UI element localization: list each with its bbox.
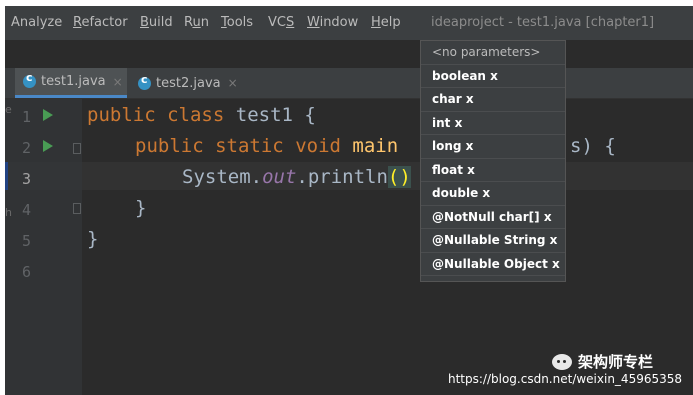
tab-test2-java[interactable]: test2.java × xyxy=(130,68,240,98)
popup-item[interactable]: @Nullable String x xyxy=(421,229,565,253)
popup-item[interactable]: @NotNull char[] x xyxy=(421,206,565,229)
popup-item[interactable]: @Nullable Object x xyxy=(421,253,565,276)
line-number: 1 xyxy=(21,108,31,126)
matched-parentheses: () xyxy=(387,166,411,188)
run-main-icon[interactable] xyxy=(43,140,53,152)
menu-run[interactable]: Run xyxy=(184,15,209,30)
code-line-2[interactable]: public static void main xyxy=(135,135,398,157)
fold-marker-icon[interactable] xyxy=(73,143,81,154)
class-file-icon xyxy=(23,71,36,88)
popup-item[interactable]: int x xyxy=(421,112,565,135)
tab-test1-java[interactable]: test1.java × xyxy=(15,68,127,98)
code-line-3[interactable]: System.out.println() xyxy=(182,166,411,188)
line-number: 4 xyxy=(21,201,31,219)
menu-analyze[interactable]: Analyze xyxy=(11,15,62,30)
editor-tab-strip: test1.java × test2.java × xyxy=(5,68,693,99)
window-title: ideaproject - test1.java [chapter1] xyxy=(431,15,655,30)
popup-item[interactable]: float x xyxy=(421,159,565,182)
run-class-icon[interactable] xyxy=(43,109,53,121)
code-text: .println xyxy=(296,166,388,188)
parameter-info-popup: <no parameters> boolean x char x int x l… xyxy=(420,40,566,282)
menu-help[interactable]: Help xyxy=(371,15,401,30)
line-number: 6 xyxy=(21,263,31,281)
method-name: main xyxy=(352,135,399,157)
popup-item[interactable]: boolean x xyxy=(421,65,565,88)
code-line-5[interactable]: } xyxy=(87,228,98,250)
keyword: void xyxy=(295,135,341,157)
wechat-icon xyxy=(552,353,572,370)
menu-vcs[interactable]: VCS xyxy=(268,15,294,30)
code-line-2-tail[interactable]: s) { xyxy=(570,135,616,157)
line-number: 2 xyxy=(21,139,31,157)
keyword: class xyxy=(167,104,225,126)
close-icon[interactable]: × xyxy=(113,75,123,89)
code-text: System. xyxy=(182,166,263,188)
menu-refactor[interactable]: Refactor xyxy=(73,15,128,30)
ide-window: Analyze Refactor Build Run Tools VCS Win… xyxy=(5,6,693,395)
close-icon[interactable]: × xyxy=(228,76,238,90)
watermark-brand: 架构师专栏 xyxy=(578,353,654,371)
line-number: 5 xyxy=(21,232,31,250)
url-watermark: https://blog.csdn.net/weixin_45965358 xyxy=(448,372,683,386)
fold-marker-icon[interactable] xyxy=(73,203,81,214)
field-reference: out xyxy=(262,166,297,188)
menu-window[interactable]: Window xyxy=(307,15,358,30)
code-line-4[interactable]: } xyxy=(135,197,146,219)
keyword: public xyxy=(87,104,156,126)
class-name: test1 { xyxy=(235,104,316,126)
popup-item[interactable]: long x xyxy=(421,135,565,159)
keyword: static xyxy=(215,135,284,157)
menu-build[interactable]: Build xyxy=(140,15,173,30)
line-number-current: 3 xyxy=(21,170,31,188)
wechat-watermark: 架构师专栏 xyxy=(552,351,653,372)
code-line-1[interactable]: public class test1 { xyxy=(87,104,316,126)
menu-tools[interactable]: Tools xyxy=(221,15,253,30)
popup-item[interactable]: char x xyxy=(421,88,565,112)
tab-label: test2.java xyxy=(156,75,221,91)
popup-item[interactable]: double x xyxy=(421,182,565,206)
menu-bar: Analyze Refactor Build Run Tools VCS Win… xyxy=(5,6,693,40)
class-file-icon xyxy=(138,73,151,90)
keyword: public xyxy=(135,135,204,157)
popup-header: <no parameters> xyxy=(421,41,565,65)
tab-label: test1.java xyxy=(41,74,106,89)
